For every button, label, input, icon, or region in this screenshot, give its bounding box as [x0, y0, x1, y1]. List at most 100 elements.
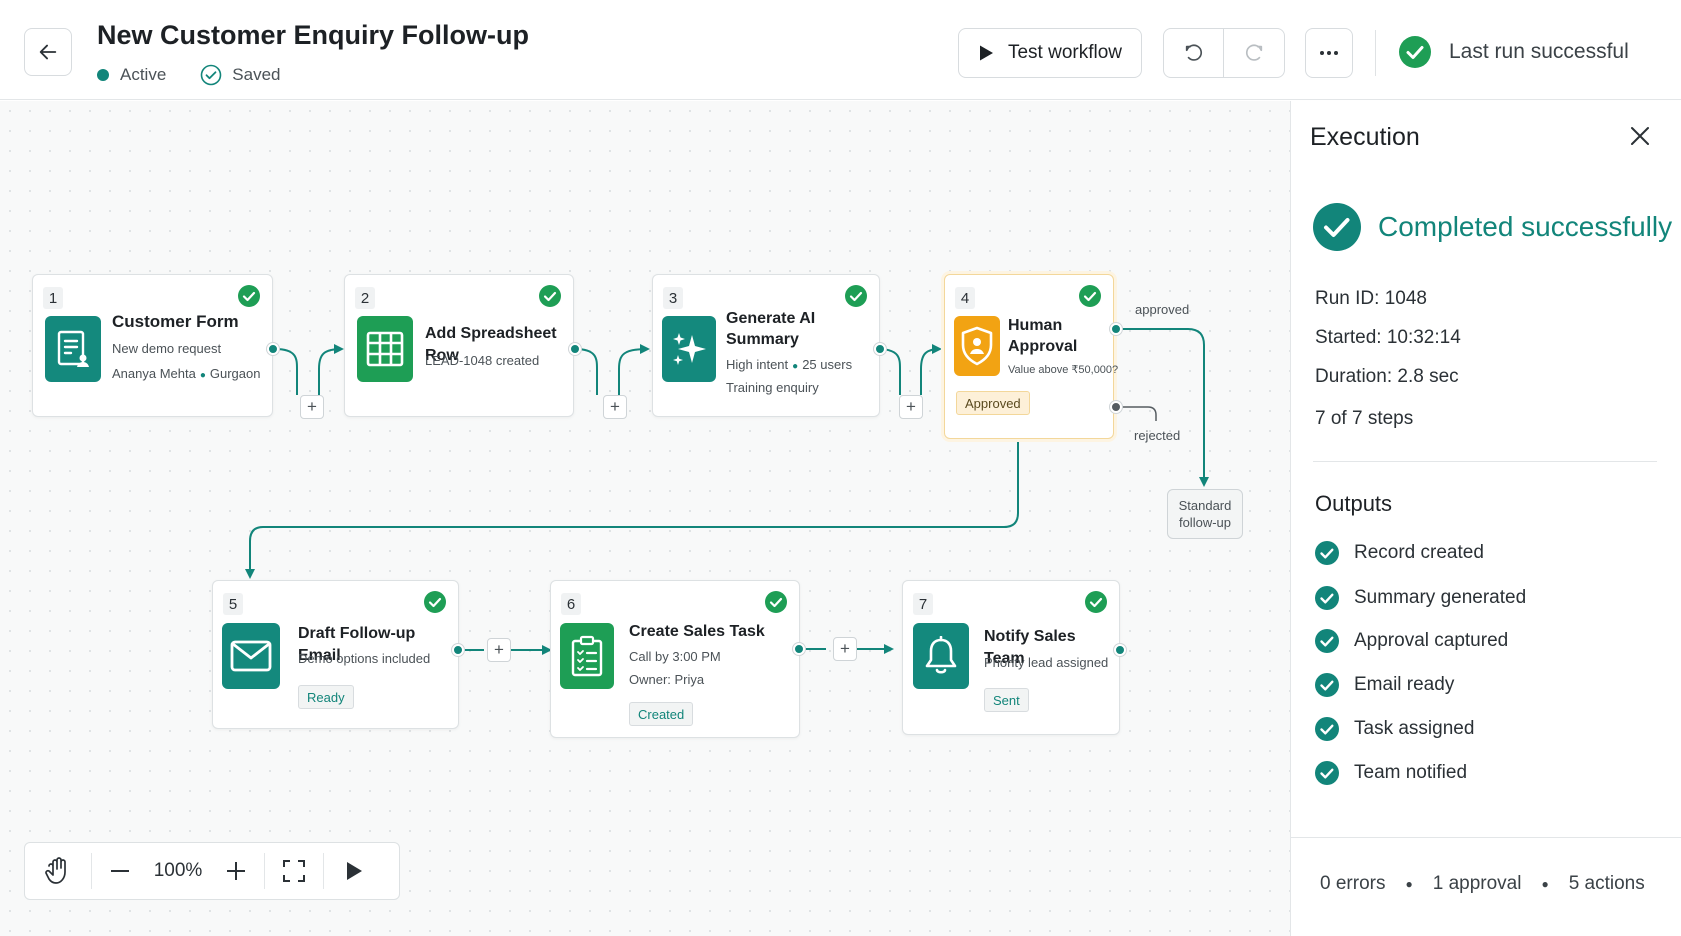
rejected-output-port[interactable] — [1110, 401, 1122, 413]
step-number: 5 — [223, 593, 243, 615]
test-workflow-button[interactable]: Test workflow — [958, 28, 1142, 78]
status-active-label: Active — [120, 65, 167, 84]
node-detail: Ananya Mehta ● Gurgaon — [112, 363, 260, 387]
success-check-icon — [1313, 203, 1361, 251]
run-button[interactable] — [324, 842, 384, 900]
node-create-sales-task[interactable]: 6 Create Sales Task Call by 3:00 PM Owne… — [550, 580, 800, 738]
node-subtitle: LEAD-1048 created — [425, 353, 540, 368]
redo-button[interactable] — [1223, 28, 1285, 78]
connection-lines — [245, 328, 1209, 655]
pan-tool-button[interactable] — [25, 842, 91, 900]
success-check-icon — [1399, 36, 1431, 68]
workflow-canvas[interactable]: 1 Customer Form New demo request Ananya … — [0, 101, 1290, 936]
bell-icon — [913, 623, 969, 689]
output-port[interactable] — [1114, 644, 1126, 656]
node-detail: High intent ● 25 users — [726, 354, 852, 378]
add-step-button[interactable]: + — [899, 395, 923, 419]
output-item: Task assigned — [1315, 717, 1474, 741]
output-label: Team notified — [1354, 762, 1468, 783]
node-subtitle: Demo options included — [298, 651, 431, 666]
saved-check-icon — [200, 64, 222, 86]
approved-output-port[interactable] — [1110, 323, 1122, 335]
approval-condition: Value above ₹50,000? — [1008, 364, 1119, 376]
output-check-icon — [1315, 673, 1339, 697]
node-title-line-1: Human — [1008, 317, 1063, 334]
outputs-heading: Outputs — [1315, 491, 1393, 516]
output-port[interactable] — [569, 343, 581, 355]
add-step-button[interactable]: + — [300, 395, 324, 419]
back-button[interactable] — [24, 28, 72, 76]
output-label: Task assigned — [1354, 718, 1475, 739]
step-complete-check-icon — [424, 591, 446, 613]
zoom-out-button[interactable] — [92, 842, 148, 900]
node-human-approval[interactable]: 4 Human Approval Value above ₹50,000? Ap… — [944, 274, 1118, 439]
node-subtitle: Call by 3:00 PM — [629, 649, 721, 664]
step-complete-check-icon — [1085, 591, 1107, 613]
output-check-icon — [1315, 586, 1339, 610]
canvas-toolbar: 100% — [24, 842, 400, 900]
node-generate-ai-summary[interactable]: 3 Generate AI Summary High intent ● 25 use… — [652, 274, 880, 417]
output-label: Record created — [1354, 542, 1484, 563]
step-number: 1 — [43, 287, 63, 309]
undo-button[interactable] — [1163, 28, 1224, 78]
status-chip: Ready — [298, 685, 354, 709]
step-number: 2 — [355, 287, 375, 309]
actions-count: 5 actions — [1568, 873, 1645, 894]
undo-icon — [1185, 44, 1202, 61]
execution-summary: 0 errors ● 1 approval ● 5 actions — [1320, 873, 1645, 895]
shield-user-icon — [954, 316, 1000, 376]
header-divider — [1375, 30, 1376, 76]
output-check-icon — [1315, 761, 1339, 785]
add-step-button[interactable]: + — [603, 395, 627, 419]
output-label: Email ready — [1354, 674, 1455, 695]
run-id: Run ID: 1048 — [1315, 288, 1427, 309]
panel-divider — [1313, 461, 1657, 462]
standard-followup-node[interactable]: Standard follow-up — [1167, 489, 1243, 539]
node-customer-form[interactable]: 1 Customer Form New demo request Ananya … — [32, 274, 273, 417]
add-step-button[interactable]: + — [487, 638, 511, 662]
zoom-in-button[interactable] — [208, 842, 264, 900]
minus-icon — [111, 870, 129, 872]
more-options-button[interactable] — [1305, 28, 1353, 78]
clipboard-checklist-icon — [560, 623, 614, 689]
intent-label: High intent — [726, 357, 789, 372]
fullscreen-icon — [283, 860, 305, 882]
close-icon[interactable] — [1629, 125, 1651, 147]
output-port[interactable] — [793, 643, 805, 655]
rejected-branch-label: rejected — [1134, 428, 1181, 443]
step-complete-check-icon — [539, 285, 561, 307]
separator-dot-icon: ● — [199, 370, 206, 381]
output-port[interactable] — [452, 644, 464, 656]
node-add-spreadsheet-row[interactable]: 2 Add Spreadsheet Row LEAD-1048 created — [344, 274, 574, 417]
output-check-icon — [1315, 541, 1339, 565]
node-subtitle: New demo request — [112, 341, 222, 356]
output-item: Email ready — [1315, 673, 1454, 697]
output-port[interactable] — [874, 343, 886, 355]
approvals-count: 1 approval — [1432, 873, 1522, 894]
output-label: Summary generated — [1354, 587, 1527, 608]
panel-divider — [1291, 837, 1681, 838]
mail-icon — [222, 623, 280, 689]
step-number: 6 — [561, 593, 581, 615]
node-title-line-2: Summary — [726, 331, 799, 348]
node-notify-sales-team[interactable]: 7 Notify Sales Team Priority lead assign… — [902, 580, 1120, 735]
status-chip: Created — [629, 702, 694, 726]
step-complete-check-icon — [765, 591, 787, 613]
status-chip: Sent — [984, 688, 1029, 712]
approved-branch-label: approved — [1135, 302, 1190, 317]
play-icon — [347, 862, 362, 880]
node-draft-followup-email[interactable]: 5 Draft Follow-up Email Demo options inc… — [212, 580, 459, 729]
output-port[interactable] — [267, 343, 279, 355]
step-number: 7 — [913, 593, 933, 615]
node-title-line-1: Generate AI — [726, 310, 816, 327]
spreadsheet-icon — [357, 316, 413, 382]
workflow-status: Active Saved — [97, 64, 281, 86]
fit-view-button[interactable] — [265, 842, 323, 900]
add-step-button[interactable]: + — [833, 637, 857, 661]
run-duration: Duration: 2.8 sec — [1315, 366, 1459, 387]
output-label: Approval captured — [1354, 630, 1509, 651]
last-run-status: Last run successful — [1399, 36, 1629, 68]
execution-panel: Execution Completed successfully Run ID:… — [1290, 101, 1681, 936]
output-item: Summary generated — [1315, 586, 1526, 610]
output-item: Approval captured — [1315, 629, 1508, 653]
